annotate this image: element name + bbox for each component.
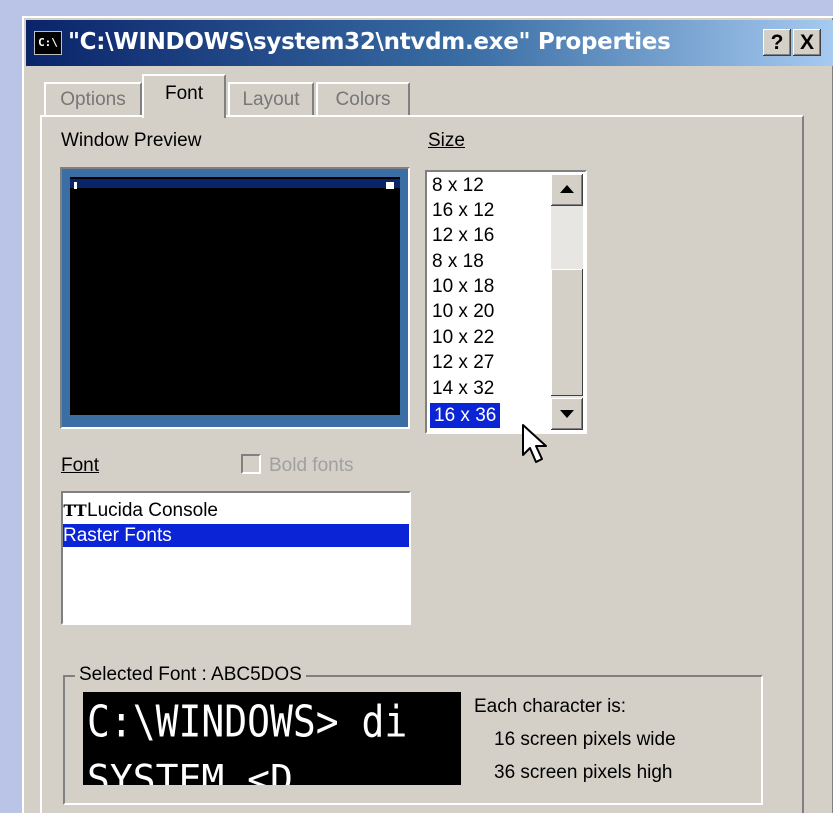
tab-options[interactable]: Options — [44, 82, 142, 115]
close-icon: X — [799, 31, 814, 54]
window-title: "C:\WINDOWS\system32\ntvdm.exe" Properti… — [68, 29, 671, 55]
tab-colors[interactable]: Colors — [316, 82, 410, 115]
font-tab-panel — [40, 115, 804, 813]
title-bar[interactable]: C:\ "C:\WINDOWS\system32\ntvdm.exe" Prop… — [26, 20, 833, 66]
help-button[interactable]: ? — [763, 29, 791, 56]
help-icon: ? — [770, 31, 784, 54]
close-button[interactable]: X — [793, 29, 821, 56]
tab-layout[interactable]: Layout — [228, 82, 314, 115]
tab-font[interactable]: Font — [142, 74, 226, 118]
console-icon: C:\ — [34, 31, 62, 55]
